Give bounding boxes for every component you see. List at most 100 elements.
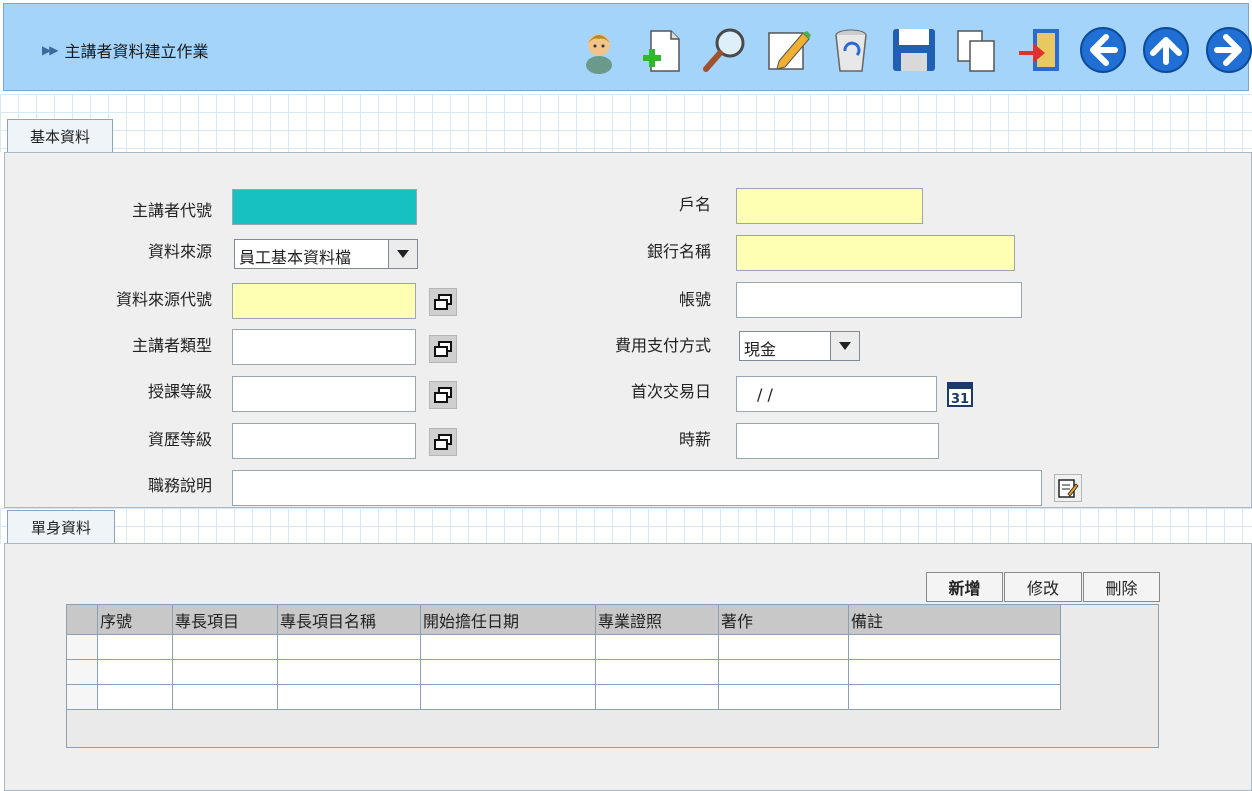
teach-level-label: 授課等級 (147, 382, 212, 401)
edit-button[interactable] (763, 24, 813, 76)
account-name-input[interactable] (736, 188, 923, 224)
table-cell[interactable] (848, 684, 1061, 710)
exp-level-label: 資歷等級 (147, 430, 212, 449)
modify-row-button[interactable]: 修改 (1004, 572, 1082, 602)
save-icon (893, 29, 935, 71)
copy-icon (957, 30, 995, 72)
duty-label: 職務說明 (147, 476, 212, 495)
row-header[interactable] (66, 659, 98, 685)
table-row[interactable] (66, 634, 1061, 660)
source-select-value: 員工基本資料檔 (239, 248, 352, 267)
bank-label: 銀行名稱 (646, 242, 711, 261)
calendar-day-text: 31 (951, 392, 969, 407)
add-document-icon (643, 30, 680, 72)
table-cell[interactable] (420, 634, 596, 660)
first-trade-input[interactable] (736, 376, 937, 412)
duty-input[interactable] (232, 470, 1042, 506)
edit-note-icon (1058, 479, 1079, 498)
delete-row-button[interactable]: 刪除 (1083, 572, 1160, 602)
table-cell[interactable] (848, 634, 1061, 660)
source-code-input[interactable] (232, 283, 416, 319)
toolbar (574, 24, 1252, 76)
exp-level-input[interactable] (232, 423, 416, 459)
header-bar: ▶▶ 主講者資料建立作業 (3, 3, 1252, 91)
chevron-down-icon (830, 332, 859, 360)
teach-level-lookup-button[interactable] (429, 381, 457, 409)
payment-select[interactable]: 現金 (739, 331, 860, 361)
user-button[interactable] (574, 24, 624, 76)
prev-icon (1080, 27, 1126, 73)
source-code-label: 資料來源代號 (115, 290, 212, 309)
speaker-id-input[interactable] (232, 189, 417, 225)
table-cell[interactable] (718, 634, 849, 660)
next-button[interactable] (1204, 24, 1252, 76)
column-header[interactable]: 著作 (718, 604, 849, 635)
column-header[interactable]: 專業證照 (595, 604, 719, 635)
tab-detail[interactable]: 單身資料 (7, 510, 115, 544)
source-code-lookup-button[interactable] (429, 288, 457, 316)
column-header[interactable]: 備註 (848, 604, 1061, 635)
title-area: ▶▶ 主講者資料建立作業 (42, 38, 208, 62)
edit-icon (768, 31, 811, 70)
source-label: 資料來源 (147, 242, 212, 261)
table-cell[interactable] (718, 659, 849, 685)
calendar-icon: 31 (947, 382, 973, 407)
search-button[interactable] (700, 24, 750, 76)
next-icon (1206, 27, 1252, 73)
teach-level-input[interactable] (232, 376, 416, 412)
table-cell[interactable] (277, 684, 421, 710)
copy-button[interactable] (952, 24, 1002, 76)
exp-level-lookup-button[interactable] (429, 428, 457, 456)
duty-editor-button[interactable] (1054, 474, 1082, 502)
table-cell[interactable] (277, 634, 421, 660)
table-cell[interactable] (277, 659, 421, 685)
window-icon (434, 294, 452, 310)
payment-select-value: 現金 (744, 340, 777, 359)
add-row-button[interactable]: 新增 (926, 572, 1003, 602)
source-select[interactable]: 員工基本資料檔 (234, 239, 418, 269)
column-header[interactable]: 序號 (97, 604, 173, 635)
account-name-label: 戶名 (678, 195, 711, 214)
table-cell[interactable] (97, 659, 173, 685)
speaker-type-input[interactable] (232, 329, 416, 365)
detail-table: 序號 專長項目 專長項目名稱 開始擔任日期 專業證照 著作 備註 (66, 604, 1061, 710)
window-icon (434, 341, 452, 357)
save-button[interactable] (889, 24, 939, 76)
payment-label: 費用支付方式 (614, 336, 711, 355)
table-cell[interactable] (172, 634, 278, 660)
table-cell[interactable] (172, 659, 278, 685)
table-row[interactable] (66, 684, 1061, 710)
table-cell[interactable] (595, 659, 719, 685)
table-cell[interactable] (97, 684, 173, 710)
bank-input[interactable] (736, 235, 1015, 271)
table-cell[interactable] (97, 634, 173, 660)
column-header[interactable]: 開始擔任日期 (420, 604, 596, 635)
up-button[interactable] (1141, 24, 1191, 76)
table-row[interactable] (66, 659, 1061, 685)
account-no-input[interactable] (736, 282, 1022, 318)
exit-button[interactable] (1015, 24, 1065, 76)
up-icon (1143, 27, 1189, 73)
prev-button[interactable] (1078, 24, 1128, 76)
table-cell[interactable] (718, 684, 849, 710)
column-header[interactable]: 專長項目 (172, 604, 278, 635)
search-icon (703, 28, 745, 72)
speaker-type-lookup-button[interactable] (429, 335, 457, 363)
hourly-input[interactable] (736, 423, 939, 459)
table-cell[interactable] (595, 634, 719, 660)
table-cell[interactable] (172, 684, 278, 710)
column-header[interactable]: 專長項目名稱 (277, 604, 421, 635)
row-header[interactable] (66, 634, 98, 660)
trash-icon (835, 29, 867, 72)
table-cell[interactable] (848, 659, 1061, 685)
row-header-corner (66, 604, 98, 635)
calendar-button[interactable]: 31 (946, 380, 974, 408)
table-cell[interactable] (420, 659, 596, 685)
table-cell[interactable] (420, 684, 596, 710)
grid-band-bottom (0, 508, 1252, 544)
tab-basic[interactable]: 基本資料 (7, 119, 113, 153)
add-button[interactable] (637, 24, 687, 76)
table-cell[interactable] (595, 684, 719, 710)
row-header[interactable] (66, 684, 98, 710)
delete-button[interactable] (826, 24, 876, 76)
